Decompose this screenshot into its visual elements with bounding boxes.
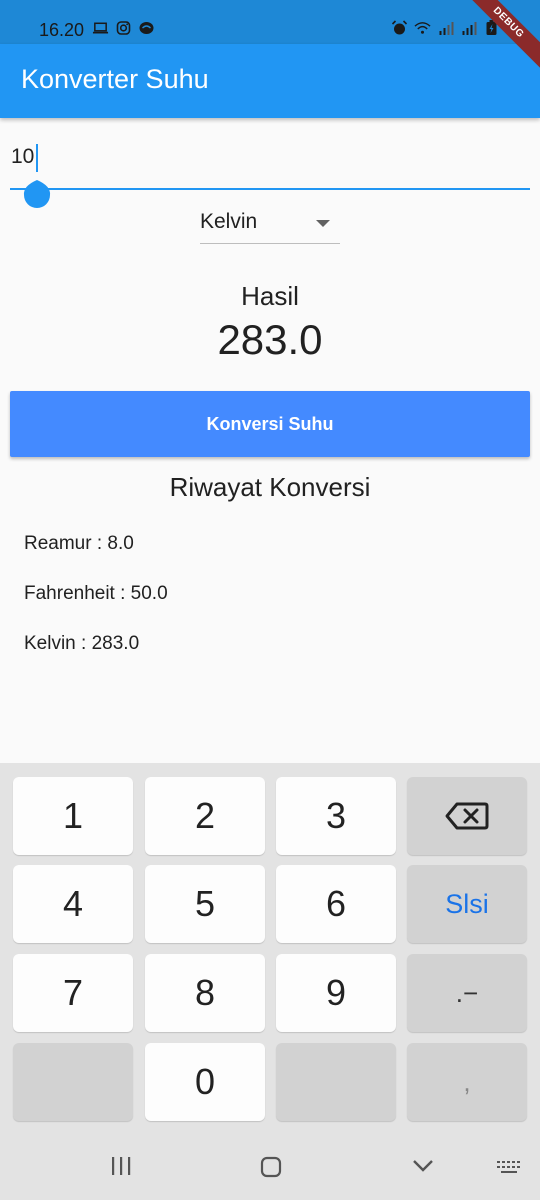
unit-dropdown-value: Kelvin <box>200 210 258 233</box>
instagram-icon <box>116 21 131 35</box>
history-list: Reamur : 8.0 Fahrenheit : 50.0 Kelvin : … <box>24 532 168 682</box>
key-0[interactable]: 0 <box>145 1043 265 1121</box>
unit-dropdown[interactable]: Kelvin <box>200 202 340 244</box>
laptop-icon <box>92 22 109 34</box>
system-navigation-bar <box>0 1130 540 1200</box>
input-underline <box>10 188 530 190</box>
key-1[interactable]: 1 <box>13 777 133 855</box>
text-cursor <box>36 144 38 172</box>
backspace-icon <box>445 802 489 830</box>
key-6[interactable]: 6 <box>276 865 396 943</box>
comma-key[interactable]: , <box>407 1043 527 1121</box>
temperature-input[interactable]: 10 <box>11 145 34 169</box>
keyboard-switch-icon[interactable] <box>496 1160 522 1176</box>
back-chevron-icon[interactable] <box>412 1158 434 1174</box>
alarm-icon <box>391 20 408 35</box>
key-7[interactable]: 7 <box>13 954 133 1032</box>
history-item: Fahrenheit : 50.0 <box>24 583 168 604</box>
history-item: Reamur : 8.0 <box>24 533 134 554</box>
home-icon[interactable] <box>260 1156 282 1178</box>
wifi-icon <box>414 22 431 34</box>
app-title: Konverter Suhu <box>21 64 209 94</box>
key-2[interactable]: 2 <box>145 777 265 855</box>
key-5[interactable]: 5 <box>145 865 265 943</box>
result-label: Hasil <box>241 281 299 311</box>
dot-minus-key[interactable]: .− <box>407 954 527 1032</box>
empty-key-right <box>276 1043 396 1121</box>
text-selection-handle[interactable] <box>22 174 52 208</box>
empty-key-left <box>13 1043 133 1121</box>
history-title: Riwayat Konversi <box>169 472 371 502</box>
backspace-key[interactable] <box>407 777 527 855</box>
recent-apps-icon[interactable] <box>110 1156 132 1176</box>
key-3[interactable]: 3 <box>276 777 396 855</box>
key-9[interactable]: 9 <box>276 954 396 1032</box>
status-right-icons <box>391 20 500 36</box>
app-notification-icon <box>139 22 154 34</box>
status-time: 16.20 <box>39 20 85 40</box>
next-key[interactable]: Slsi <box>407 865 527 943</box>
history-item: Kelvin : 283.0 <box>24 633 140 654</box>
key-4[interactable]: 4 <box>13 865 133 943</box>
status-left-icons <box>92 20 155 36</box>
key-8[interactable]: 8 <box>145 954 265 1032</box>
status-bar: 16.20 <box>0 0 540 44</box>
result-value: 283.0 <box>217 316 323 363</box>
signal-2-icon <box>462 22 477 35</box>
app-bar: Konverter Suhu <box>0 44 540 118</box>
dropdown-arrow-icon <box>316 220 330 227</box>
signal-icon <box>439 22 454 35</box>
convert-button[interactable]: Konversi Suhu <box>10 391 530 457</box>
